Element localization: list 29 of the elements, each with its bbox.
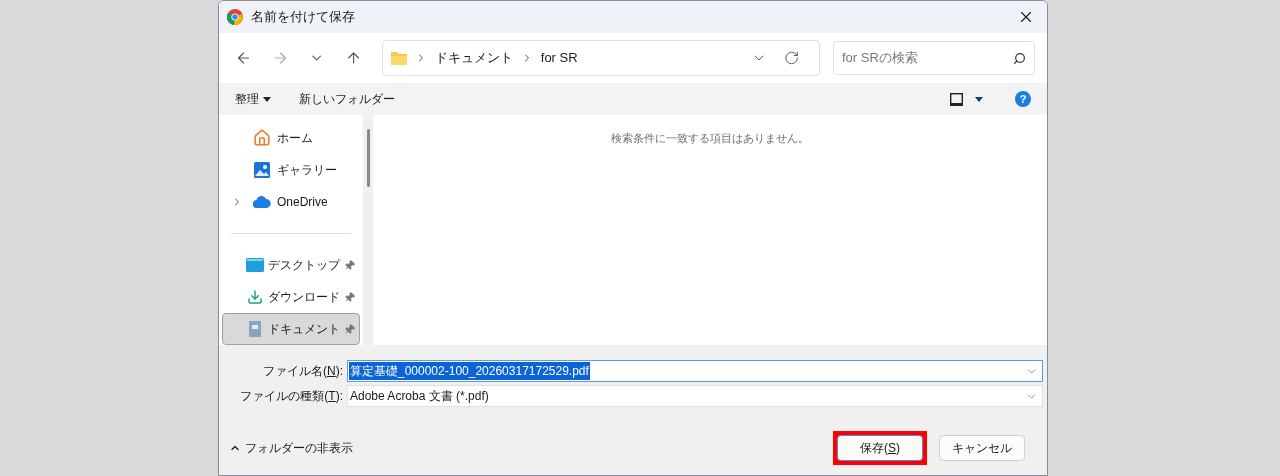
help-button[interactable]: ? [1015, 91, 1031, 107]
sidebar-item-label: ダウンロード [268, 289, 340, 307]
breadcrumb-item[interactable]: ドキュメント [434, 48, 513, 68]
field-label: ファイル名(N): [262, 363, 344, 380]
sidebar-item-label: ギャラリー [277, 161, 338, 179]
search-field[interactable]: for SRの検索 [832, 41, 1035, 75]
sidebar-item[interactable]: ホーム [222, 122, 360, 154]
sidebar-item[interactable]: ギャラリー [222, 153, 360, 186]
empty-folder-message: 検索条件に一致する項目はありません。 [611, 131, 809, 146]
save-button[interactable]: 保存(S) [837, 435, 923, 461]
window-title: 名前を付けて保存 [251, 8, 355, 27]
file-name-combobox[interactable]: 算定基礎_000002-100_20260317172529.pdf [347, 360, 1043, 382]
sidebar-item[interactable]: OneDrive [222, 185, 360, 218]
sidebar-item[interactable]: デスクトップ [222, 249, 360, 282]
sidebar-item-label: OneDrive [277, 193, 329, 211]
new-folder-button[interactable]: 新しいフォルダー [299, 90, 395, 108]
field-label: ファイルの種類(T): [239, 388, 344, 405]
hide-folders-button[interactable]: フォルダーの非表示 [229, 439, 353, 457]
search-input[interactable]: for SRの検索 [841, 48, 1013, 68]
sidebar-item[interactable]: ダウンロード [222, 281, 360, 314]
sidebar-item[interactable]: ドキュメント [222, 313, 360, 345]
sidebar-item-label: ドキュメント [268, 321, 340, 339]
sidebar-item-label: ホーム [277, 129, 314, 147]
sidebar-item-label: デスクトップ [268, 257, 340, 275]
cancel-button[interactable]: キャンセル [939, 435, 1025, 461]
breadcrumb-item[interactable]: for SR [540, 48, 578, 68]
file-type-dropdown[interactable]: Adobe Acroba 文書 (*.pdf) [347, 385, 1043, 407]
organize-menu-button[interactable]: 整理 [235, 90, 271, 108]
address-bar[interactable]: ドキュメント for SR [381, 40, 820, 76]
